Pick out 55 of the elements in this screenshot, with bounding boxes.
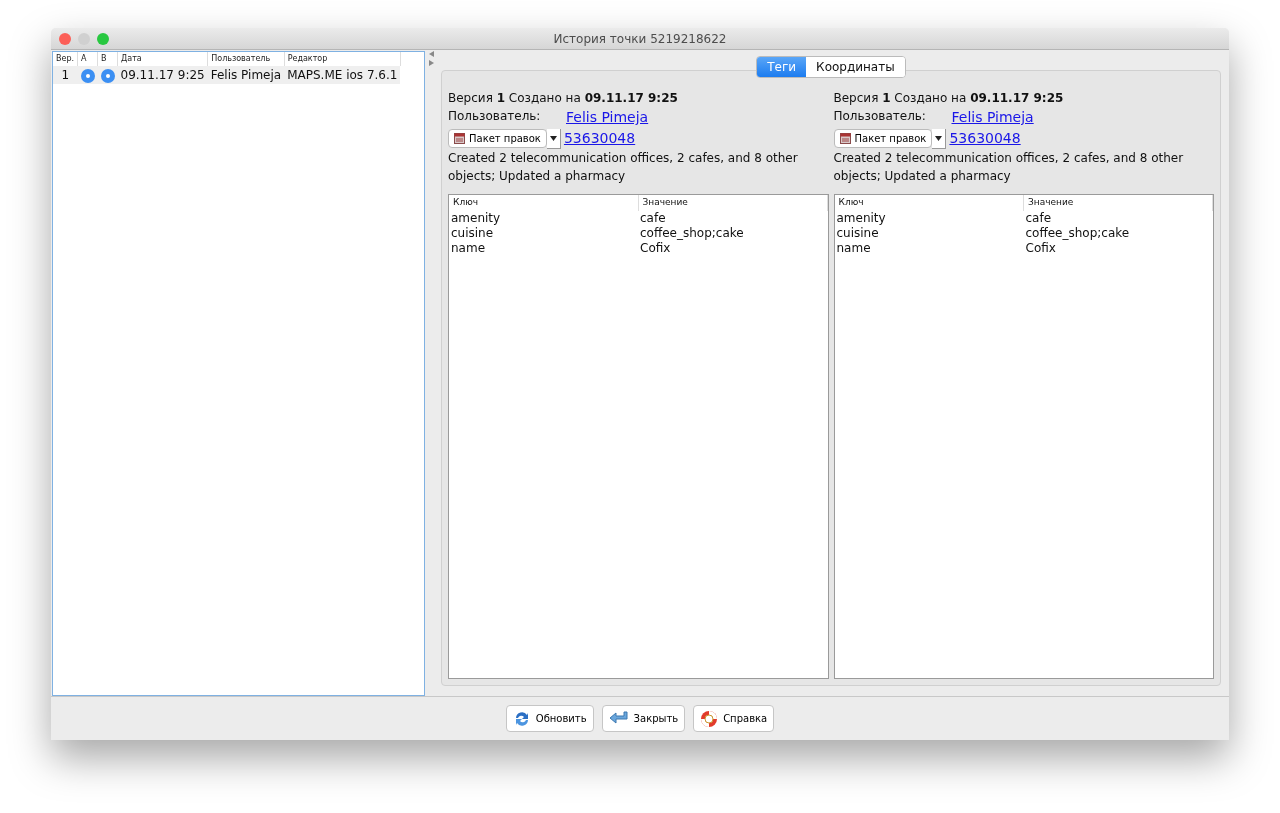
column-header: Пользователь: [211, 54, 271, 63]
table-cell: cafe: [1025, 210, 1052, 225]
help-button[interactable]: Справка: [693, 705, 775, 732]
lifebuoy-icon: [700, 709, 719, 728]
table-cell: name: [836, 240, 871, 255]
return-arrow-icon: [608, 710, 629, 727]
table-cell: cuisine: [836, 225, 879, 240]
user-label: Пользователь:: [448, 108, 542, 125]
radio-button[interactable]: [100, 68, 115, 83]
dropdown-button[interactable]: [932, 128, 947, 149]
table-cell: Cofix: [1025, 240, 1056, 255]
window-title: История точки 5219218622: [553, 30, 727, 48]
table-cell: Cofix: [640, 240, 671, 255]
table-cell: amenity: [451, 210, 501, 225]
table-cell: MAPS.ME ios 7.6.1: [287, 68, 398, 82]
table-cell: cuisine: [451, 225, 494, 240]
close-window-control[interactable]: [59, 33, 71, 45]
column-header: Ключ: [453, 197, 479, 207]
column-header: Редактор: [287, 54, 328, 63]
calendar-icon: [839, 133, 851, 144]
caret-icon: [935, 135, 943, 141]
dropdown-button[interactable]: [546, 128, 561, 149]
table-cell: cafe: [640, 210, 666, 225]
table-cell: amenity: [836, 210, 886, 225]
changeset-button[interactable]: Пакет правок: [448, 129, 547, 148]
caret-icon: [549, 135, 557, 141]
version-line: Версия 1 Создано на 09.11.17 9:25: [833, 90, 1065, 107]
column-header: Дата: [121, 54, 142, 63]
table-cell: 1: [61, 68, 70, 82]
user-link[interactable]: Felis Pimeja: [566, 107, 649, 128]
column-header: Ключ: [838, 197, 864, 207]
changeset-comment: Created 2 telecommunication offices, 2 cafes, and 8 other objects; Updated a pharmacy: [833, 150, 1185, 185]
user-link[interactable]: Felis Pimeja: [951, 107, 1034, 128]
table-cell: name: [451, 240, 486, 255]
close-button[interactable]: Закрыть: [601, 705, 686, 732]
column-header: Значение: [1028, 197, 1074, 207]
table-cell: 09.11.17 9:25: [120, 68, 205, 82]
changeset-button[interactable]: Пакет правок: [833, 129, 933, 148]
expand-right-icon[interactable]: [428, 60, 434, 66]
user-label: Пользователь:: [833, 108, 927, 125]
zoom-window-control[interactable]: [97, 33, 109, 45]
table-cell: coffee_shop;cake: [1025, 225, 1130, 240]
version-line: Версия 1 Создано на 09.11.17 9:25: [448, 90, 679, 107]
table-cell: Felis Pimeja: [210, 68, 282, 82]
changeset-comment: Created 2 telecommunication offices, 2 cafes, and 8 other objects; Updated a pharmacy: [448, 150, 799, 185]
changeset-link[interactable]: 53630048: [563, 128, 636, 149]
refresh-button[interactable]: Обновить: [505, 705, 594, 732]
radio-button[interactable]: [80, 68, 95, 83]
column-header: A: [81, 54, 87, 63]
column-header: B: [101, 54, 107, 63]
calendar-icon: [454, 133, 465, 144]
changeset-link[interactable]: 53630048: [949, 128, 1021, 149]
column-header: Значение: [642, 197, 688, 207]
column-header: Вер.: [56, 54, 75, 63]
table-cell: coffee_shop;cake: [640, 225, 744, 240]
